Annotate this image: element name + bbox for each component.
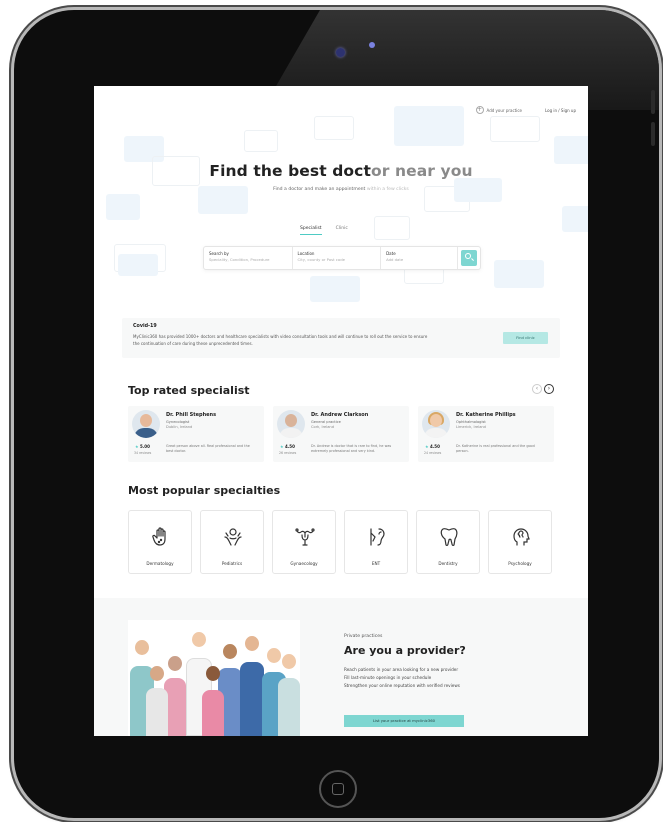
doctor-name: Dr. Andrew Clarkson	[311, 412, 369, 418]
doctor-location: Limerick, Ireland	[456, 425, 486, 429]
star-icon: ★	[425, 444, 429, 449]
star-icon: ★	[135, 444, 139, 449]
doctor-location: Cork, Ireland	[311, 425, 334, 429]
search-bar: Search by Speciality, Condition, Procedu…	[203, 246, 481, 270]
top-navigation: + Add your practice Log in / Sign up	[94, 86, 588, 116]
volume-button	[651, 90, 655, 114]
doctor-rating: ★ 5.00	[135, 444, 150, 449]
ambient-sensor	[369, 42, 375, 48]
baby-hands-icon	[224, 528, 242, 546]
ear-icon	[370, 528, 385, 546]
specialty-card-psychology[interactable]: Psychology	[488, 510, 552, 574]
doctor-specialty: General practice	[311, 420, 341, 424]
search-by-field[interactable]: Search by Speciality, Condition, Procedu…	[204, 247, 293, 269]
doctor-rating: ★ 4.50	[280, 444, 295, 449]
doctor-photo	[422, 410, 450, 438]
brain-head-icon	[513, 528, 530, 546]
carousel-arrows: ‹ ›	[532, 384, 554, 394]
provider-category: Private practices	[344, 634, 383, 639]
doctor-card[interactable]: Dr. Andrew Clarkson General practice Cor…	[273, 406, 409, 462]
search-icon	[465, 253, 471, 259]
home-button[interactable]	[319, 770, 357, 808]
doctor-name: Dr. Katherine Phillips	[456, 412, 516, 418]
hand-icon	[152, 527, 166, 546]
website-screen: + Add your practice Log in / Sign up Fin…	[94, 86, 588, 736]
provider-title: Are you a provider?	[344, 644, 466, 657]
tab-specialist[interactable]: Specialist	[300, 226, 322, 235]
volume-button	[651, 122, 655, 146]
doctor-reviews: 24 reviews	[424, 451, 442, 455]
location-field[interactable]: Location City, county or Post code	[293, 247, 382, 269]
doctor-card[interactable]: Dr. Katherine Phillips Ophthalmologist L…	[418, 406, 554, 462]
add-practice-link[interactable]: + Add your practice	[475, 106, 522, 114]
doctor-reviews: 34 reviews	[134, 451, 152, 455]
specialty-card-dermatology[interactable]: Dermatology	[128, 510, 192, 574]
list-practice-button[interactable]: List your practice at myclinic360	[344, 715, 464, 727]
doctor-name: Dr. Phill Stephens	[166, 412, 217, 418]
medical-staff-illustration	[128, 620, 300, 736]
doctor-photo	[132, 410, 160, 438]
tooth-icon	[440, 527, 458, 547]
provider-benefits: Reach patients in your area looking for …	[344, 667, 460, 688]
hero-subtitle: Find a doctor and make an appointment wi…	[273, 187, 409, 192]
search-tabs: Specialist Clinic	[300, 226, 348, 235]
doctor-review-text: Great person above all. Real professiona…	[166, 444, 250, 453]
covid-title: Covid-19	[133, 324, 157, 329]
uterus-icon	[295, 528, 315, 546]
chevron-right-icon[interactable]: ›	[544, 384, 554, 394]
find-clinic-button[interactable]: Find clinic	[503, 332, 548, 344]
tab-clinic[interactable]: Clinic	[336, 226, 348, 235]
top-rated-title: Top rated specialist	[128, 384, 250, 397]
home-square-icon	[332, 783, 344, 795]
doctor-reviews: 26 reviews	[279, 451, 297, 455]
provider-section: Private practices Are you a provider? Re…	[94, 598, 588, 736]
specialty-card-gynaecology[interactable]: Gynaecology	[272, 510, 336, 574]
front-camera	[336, 48, 345, 57]
doctor-review-text: Dr. Andrew is doctor that is rare to fin…	[311, 444, 392, 453]
doctor-specialty: Gynecologist	[166, 420, 190, 424]
doctor-specialty: Ophthalmologist	[456, 420, 486, 424]
specialty-card-dentistry[interactable]: Dentistry	[416, 510, 480, 574]
covid-text: MyClinic360 has provided 1000+ doctors a…	[133, 334, 428, 346]
doctor-photo	[277, 410, 305, 438]
date-field[interactable]: Date Add date	[381, 247, 458, 269]
doctor-card[interactable]: Dr. Phill Stephens Gynecologist Dublin, …	[128, 406, 264, 462]
chevron-left-icon[interactable]: ‹	[532, 384, 542, 394]
login-signup-link[interactable]: Log in / Sign up	[545, 108, 576, 113]
specialty-card-pediatrics[interactable]: Pediatrics	[200, 510, 264, 574]
plus-icon: +	[475, 106, 484, 114]
specialties-title: Most popular specialties	[128, 484, 281, 497]
covid-banner: Covid-19 MyClinic360 has provided 1000+ …	[122, 318, 560, 358]
doctor-review-text: Dr. Katherine is real professional and t…	[456, 444, 535, 453]
doctor-location: Dublin, Ireland	[166, 425, 193, 429]
star-icon: ★	[280, 444, 284, 449]
hero-title: Find the best doctor near you	[209, 162, 473, 180]
search-button[interactable]	[461, 250, 477, 266]
doctor-rating: ★ 4.50	[425, 444, 440, 449]
specialty-card-ent[interactable]: ENT	[344, 510, 408, 574]
